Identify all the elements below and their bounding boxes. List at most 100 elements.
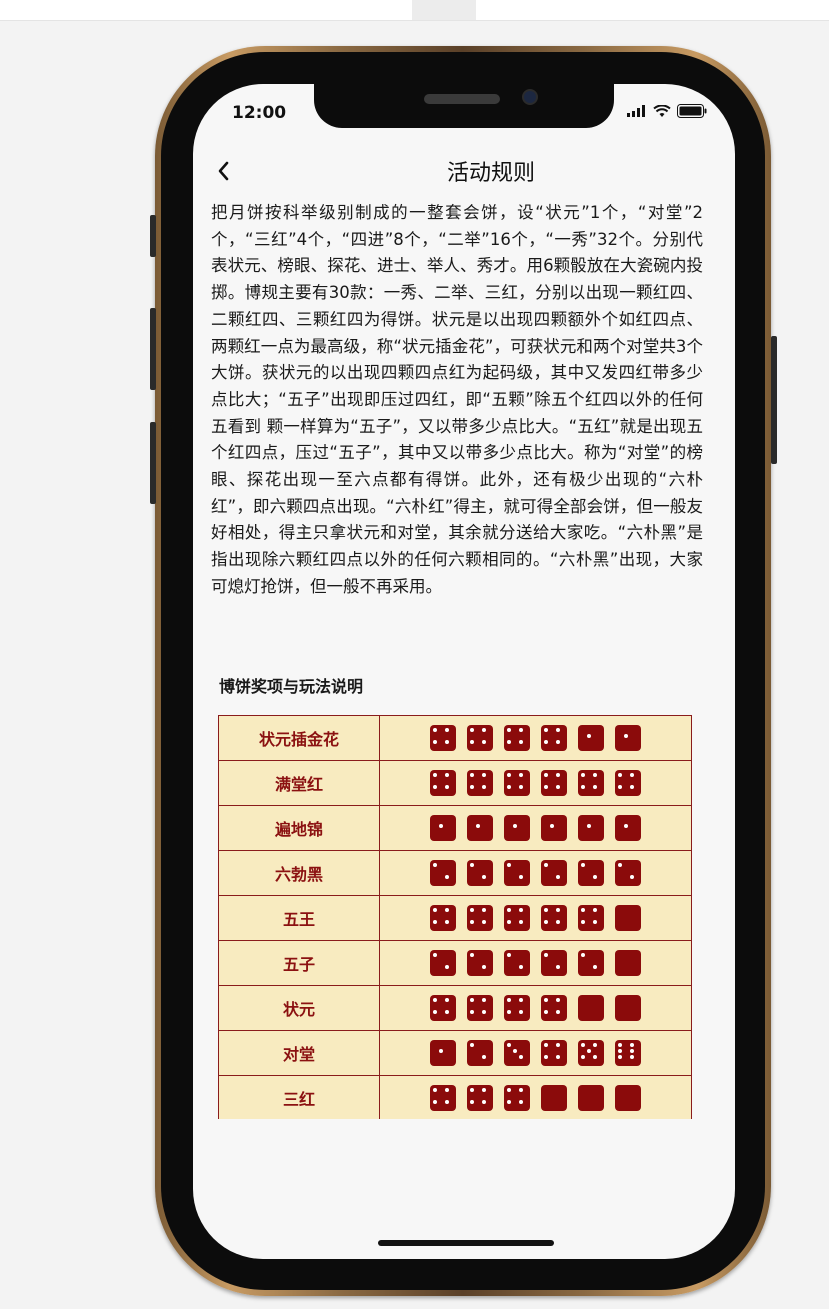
die-2-icon: [578, 950, 604, 976]
die-pip: [544, 785, 548, 789]
die-pip: [556, 785, 560, 789]
speaker-grille: [424, 94, 500, 104]
die-pip: [556, 875, 560, 879]
die-pip: [544, 908, 548, 912]
die-pip: [439, 1049, 443, 1053]
die-1-icon: [467, 815, 493, 841]
phone-power-button: [771, 336, 777, 464]
die-pip: [470, 1010, 474, 1014]
die-pip: [587, 734, 591, 738]
prize-dice: [379, 985, 692, 1031]
die-pip: [556, 1055, 560, 1059]
rules-description: 把月饼按科举级别制成的一整套会饼，设“状元”1个，“对堂”2个，“三红”4个，“…: [211, 203, 703, 596]
die-4-icon: [578, 905, 604, 931]
die-pip: [433, 773, 437, 777]
die-pip: [482, 773, 486, 777]
die-pip: [544, 863, 548, 867]
die-pip: [630, 785, 634, 789]
die-pip: [482, 740, 486, 744]
die-2-icon: [541, 860, 567, 886]
die-pip: [470, 953, 474, 957]
die-pip: [507, 953, 511, 957]
die-pip: [482, 908, 486, 912]
die-pip: [482, 875, 486, 879]
die-4-icon: [615, 770, 641, 796]
die-2-icon: [504, 950, 530, 976]
die-pip: [433, 908, 437, 912]
die-5-icon: [578, 1040, 604, 1066]
die-pip: [482, 785, 486, 789]
die-2-icon: [467, 860, 493, 886]
die-pip: [556, 1010, 560, 1014]
die-3-icon: [504, 1040, 530, 1066]
die-pip: [581, 908, 585, 912]
prize-section-title: 博饼奖项与玩法说明: [219, 677, 364, 696]
wifi-icon: [653, 104, 671, 117]
prize-name: 状元: [218, 985, 380, 1031]
die-2-icon: [615, 860, 641, 886]
die-0-icon: [615, 1085, 641, 1111]
die-pip: [544, 728, 548, 732]
die-pip: [630, 875, 634, 879]
die-pip: [630, 773, 634, 777]
die-4-icon: [504, 725, 530, 751]
die-pip: [581, 1043, 585, 1047]
die-pip: [556, 740, 560, 744]
front-camera: [522, 89, 538, 105]
page-title: 活动规则: [446, 161, 535, 186]
die-pip: [445, 908, 449, 912]
die-pip: [593, 920, 597, 924]
die-0-icon: [541, 1085, 567, 1111]
browser-top-bar: [0, 0, 829, 21]
die-pip: [482, 1055, 486, 1059]
die-pip: [519, 728, 523, 732]
die-pip: [544, 998, 548, 1002]
prize-row: 对堂: [218, 1030, 692, 1076]
die-4-icon: [430, 725, 456, 751]
die-pip: [618, 785, 622, 789]
die-pip: [581, 773, 585, 777]
die-pip: [445, 965, 449, 969]
die-pip: [470, 1088, 474, 1092]
prize-dice: [379, 895, 692, 941]
die-pip: [513, 824, 517, 828]
prize-row: 遍地锦: [218, 805, 692, 851]
die-1-icon: [541, 815, 567, 841]
prize-table-container[interactable]: 状元插金花 满堂红 遍地锦 六勃黑 五王 五子 状元 对堂 三红: [218, 715, 692, 1119]
die-pip: [445, 1088, 449, 1092]
die-pip: [482, 998, 486, 1002]
die-pip: [544, 740, 548, 744]
die-pip: [593, 773, 597, 777]
die-0-icon: [615, 905, 641, 931]
die-pip: [556, 965, 560, 969]
die-4-icon: [467, 1085, 493, 1111]
die-pip: [519, 740, 523, 744]
die-pip: [433, 863, 437, 867]
die-4-icon: [467, 995, 493, 1021]
die-pip: [544, 1055, 548, 1059]
prize-row: 状元插金花: [218, 715, 692, 761]
prize-row: 三红: [218, 1075, 692, 1119]
die-pip: [593, 965, 597, 969]
die-pip: [593, 908, 597, 912]
die-pip: [433, 728, 437, 732]
home-indicator[interactable]: [378, 1240, 554, 1246]
die-4-icon: [430, 770, 456, 796]
die-0-icon: [615, 995, 641, 1021]
die-4-icon: [430, 995, 456, 1021]
die-pip: [519, 1100, 523, 1104]
prize-dice: [379, 1030, 692, 1076]
die-pip: [433, 740, 437, 744]
die-pip: [445, 1100, 449, 1104]
prize-dice: [379, 850, 692, 896]
die-pip: [507, 785, 511, 789]
die-pip: [507, 1043, 511, 1047]
die-pip: [507, 863, 511, 867]
die-1-icon: [615, 815, 641, 841]
browser-tab[interactable]: [412, 0, 476, 20]
die-pip: [593, 1043, 597, 1047]
prize-name: 三红: [218, 1075, 380, 1119]
die-pip: [470, 1043, 474, 1047]
die-pip: [433, 1010, 437, 1014]
die-pip: [581, 953, 585, 957]
